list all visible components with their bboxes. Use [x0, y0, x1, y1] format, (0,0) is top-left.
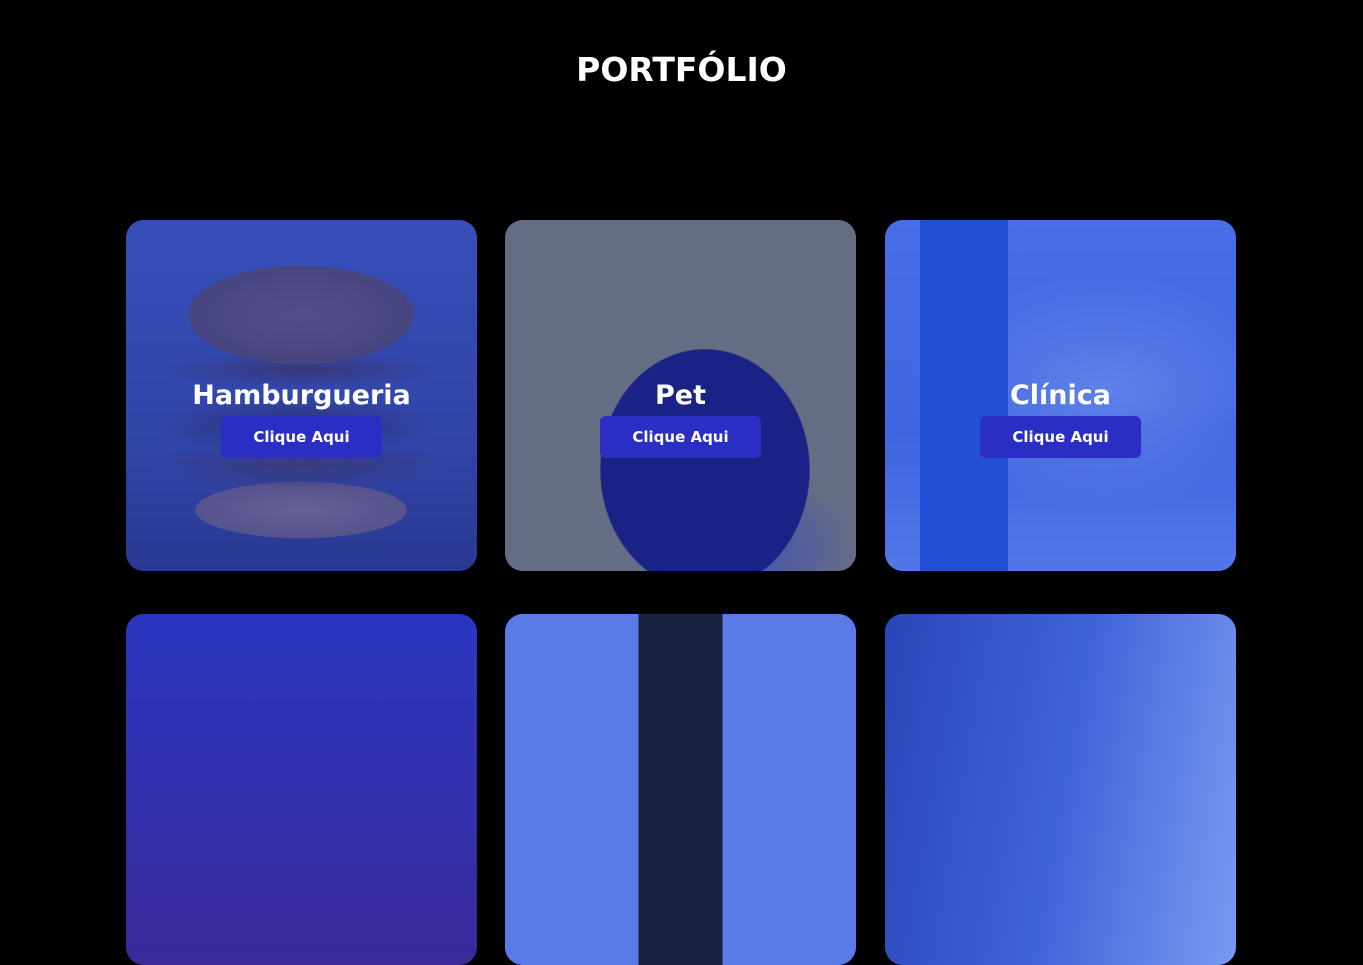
portfolio-title: PORTFÓLIO — [576, 50, 787, 89]
card-title: Hamburgueria — [192, 380, 411, 411]
clique-aqui-button[interactable]: Clique Aqui — [980, 416, 1141, 458]
portfolio-card-hamburgueria[interactable]: Hamburgueria Clique Aqui — [126, 220, 477, 571]
portfolio-card-clinica[interactable]: Clínica Clique Aqui — [885, 220, 1236, 571]
portfolio-card-4[interactable] — [126, 614, 477, 965]
office-image — [885, 614, 1236, 965]
card-title: Clínica — [1009, 380, 1112, 411]
card-title: Pet — [654, 380, 706, 411]
clique-aqui-button[interactable]: Clique Aqui — [600, 416, 761, 458]
portfolio-card-6[interactable] — [885, 614, 1236, 965]
storefront-image — [126, 614, 477, 965]
clique-aqui-button[interactable]: Clique Aqui — [221, 416, 382, 458]
portfolio-card-5[interactable] — [505, 614, 856, 965]
portfolio-card-pet[interactable]: Pet Clique Aqui — [505, 220, 856, 571]
clothes-hanger-image — [505, 614, 856, 965]
